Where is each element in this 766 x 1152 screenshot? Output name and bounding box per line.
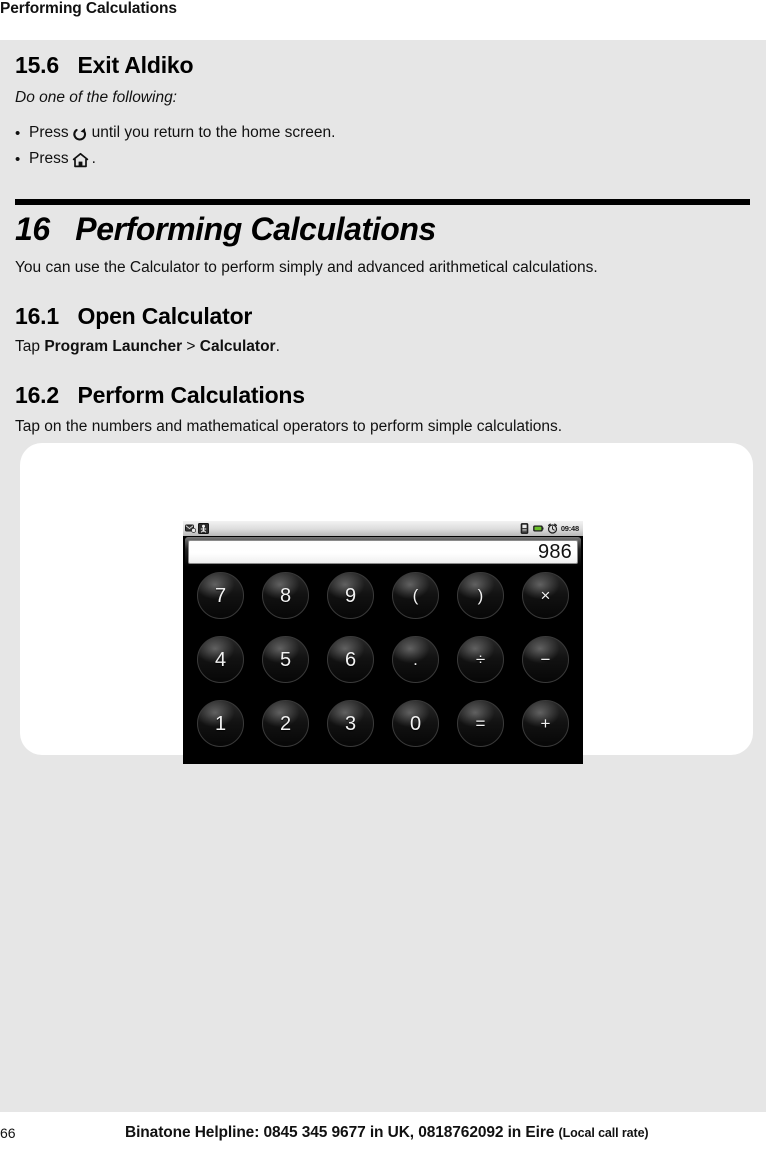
key-8[interactable]: 8 xyxy=(262,572,309,619)
calculator-display-value: 986 xyxy=(538,541,572,563)
bullet-text-after: . xyxy=(91,150,96,167)
key-plus[interactable]: + xyxy=(522,700,569,747)
home-icon xyxy=(72,152,89,169)
chapter-divider-rule xyxy=(15,199,750,205)
key-1[interactable]: 1 xyxy=(197,700,244,747)
key-0[interactable]: 0 xyxy=(392,700,439,747)
list-item: • Press . xyxy=(15,146,715,172)
status-bar-clock: 09:48 xyxy=(560,524,579,533)
page-footer: 66 Binatone Helpline: 0845 345 9677 in U… xyxy=(0,1112,766,1152)
section-16-1-body-suffix: . xyxy=(275,338,280,355)
status-bar-left-icons xyxy=(185,523,209,534)
chapter-heading-16: 16 Performing Calculations xyxy=(15,211,436,247)
section-15-6-intro: Do one of the following: xyxy=(15,89,177,106)
footer-rate-note: (Local call rate) xyxy=(558,1126,649,1140)
message-icon xyxy=(185,523,196,534)
key-9[interactable]: 9 xyxy=(327,572,374,619)
key-minus[interactable]: − xyxy=(522,636,569,683)
footer-helpline: Binatone Helpline: 0845 345 9677 in UK, … xyxy=(125,1124,649,1142)
status-bar-right-icons: 09:48 xyxy=(519,523,581,534)
key-close-paren[interactable]: ) xyxy=(457,572,504,619)
sim-card-icon xyxy=(519,523,530,534)
section-heading-15-6: 15.6 Exit Aldiko xyxy=(15,52,194,78)
calculator-phone-screenshot: 09:48 986 7 8 9 ( ) × 4 5 6 . ÷ − 1 2 3 … xyxy=(183,521,583,764)
section-heading-16-2: 16.2 Perform Calculations xyxy=(15,382,305,408)
key-2[interactable]: 2 xyxy=(262,700,309,747)
key-decimal-point[interactable]: . xyxy=(392,636,439,683)
key-7[interactable]: 7 xyxy=(197,572,244,619)
keypad-row-3: 1 2 3 0 = + xyxy=(183,700,583,764)
alarm-clock-icon xyxy=(547,523,558,534)
page-content-band: 15.6 Exit Aldiko Do one of the following… xyxy=(0,40,766,1112)
key-equals[interactable]: = xyxy=(457,700,504,747)
key-divide[interactable]: ÷ xyxy=(457,636,504,683)
footer-page-number: 66 xyxy=(0,1125,16,1141)
running-header: Performing Calculations xyxy=(0,0,766,40)
chapter-16-intro: You can use the Calculator to perform si… xyxy=(15,259,598,276)
key-multiply[interactable]: × xyxy=(522,572,569,619)
figure-card: 09:48 986 7 8 9 ( ) × 4 5 6 . ÷ − 1 2 3 … xyxy=(20,443,753,764)
list-item: • Press until you return to the home scr… xyxy=(15,120,715,146)
bullet-text-after: until you return to the home screen. xyxy=(91,124,336,141)
back-return-arrow-icon xyxy=(72,126,89,143)
key-open-paren[interactable]: ( xyxy=(392,572,439,619)
battery-icon xyxy=(532,523,544,534)
bullet-text-before: Press xyxy=(29,150,69,167)
key-6[interactable]: 6 xyxy=(327,636,374,683)
bullet-dot-icon: • xyxy=(15,124,21,142)
section-16-2-body: Tap on the numbers and mathematical oper… xyxy=(15,418,563,435)
section-16-1-separator: > xyxy=(182,338,200,355)
android-status-bar: 09:48 xyxy=(183,521,583,536)
bullet-text-before: Press xyxy=(29,124,69,141)
calculator-display-bezel: 986 xyxy=(185,537,581,567)
keypad-row-2: 4 5 6 . ÷ − xyxy=(183,636,583,700)
key-4[interactable]: 4 xyxy=(197,636,244,683)
usb-debug-icon xyxy=(198,523,209,534)
bullet-dot-icon: • xyxy=(15,150,21,168)
calculator-keypad: 7 8 9 ( ) × 4 5 6 . ÷ − 1 2 3 0 = + xyxy=(183,568,583,764)
section-16-1-bold-calculator: Calculator xyxy=(199,338,276,355)
exit-aldiko-bullet-list: • Press until you return to the home scr… xyxy=(15,120,715,172)
key-3[interactable]: 3 xyxy=(327,700,374,747)
section-heading-16-1: 16.1 Open Calculator xyxy=(15,303,253,329)
section-16-1-body: Tap Program Launcher > Calculator. xyxy=(15,338,280,356)
calculator-display-field[interactable]: 986 xyxy=(188,540,578,564)
running-header-title: Performing Calculations xyxy=(0,0,177,17)
section-16-1-bold-program-launcher: Program Launcher xyxy=(44,338,183,355)
keypad-row-1: 7 8 9 ( ) × xyxy=(183,572,583,636)
key-5[interactable]: 5 xyxy=(262,636,309,683)
footer-helpline-text: Binatone Helpline: 0845 345 9677 in UK, … xyxy=(125,1124,559,1141)
section-16-1-body-prefix: Tap xyxy=(15,338,45,355)
